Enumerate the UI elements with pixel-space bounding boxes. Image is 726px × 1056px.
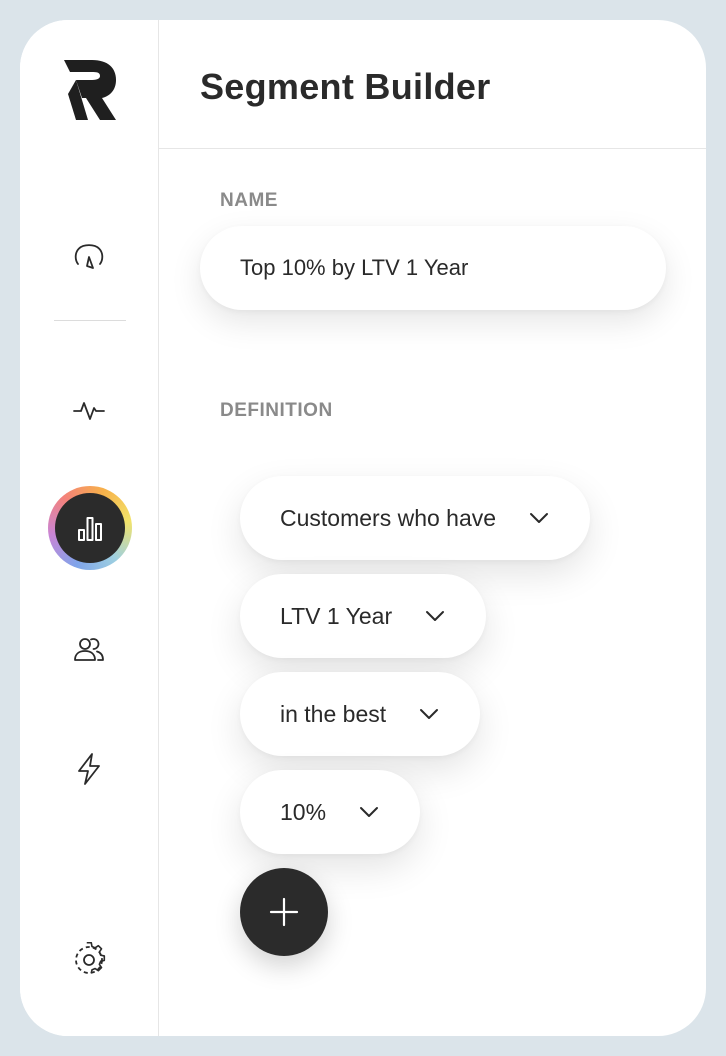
sidebar-item-analytics[interactable]: [48, 486, 132, 570]
page-header: Segment Builder: [159, 20, 706, 149]
add-condition-button[interactable]: [240, 868, 328, 956]
plus-icon: [269, 897, 299, 927]
chevron-down-icon: [418, 703, 440, 725]
pulse-icon: [73, 402, 105, 420]
chevron-down-icon: [358, 801, 380, 823]
gauge-icon: [74, 244, 104, 269]
definition-label: DEFINITION: [220, 400, 333, 421]
dropdown-value: Customers who have: [280, 504, 497, 531]
sidebar-item-automations[interactable]: [69, 749, 109, 789]
sidebar-item-dashboard[interactable]: [69, 236, 109, 276]
definition-dropdown-operator[interactable]: in the best: [240, 672, 481, 756]
dropdown-value: in the best: [280, 700, 387, 727]
logo: [64, 60, 116, 120]
sidebar-item-settings[interactable]: [69, 940, 109, 980]
sidebar-item-activity[interactable]: [69, 390, 109, 430]
sidebar-divider: [54, 320, 126, 321]
definition-dropdown-metric[interactable]: LTV 1 Year: [240, 574, 487, 658]
active-item-bg: [55, 493, 125, 563]
segment-name-input[interactable]: [200, 226, 666, 310]
chevron-down-icon: [528, 507, 550, 529]
lightning-icon: [78, 753, 100, 785]
definition-dropdown-percentile[interactable]: 10%: [240, 770, 421, 854]
chevron-down-icon: [424, 605, 446, 627]
sidebar: [20, 20, 159, 1036]
name-label: NAME: [220, 190, 278, 211]
gear-icon: [75, 942, 106, 974]
bar-chart-icon: [78, 517, 102, 541]
sidebar-item-users[interactable]: [69, 629, 109, 669]
page-title: Segment Builder: [200, 66, 491, 107]
dropdown-value: 10%: [280, 798, 327, 825]
dropdown-value: LTV 1 Year: [280, 602, 393, 629]
definition-dropdown-subject[interactable]: Customers who have: [240, 476, 591, 560]
users-icon: [74, 638, 104, 661]
app-window: Segment Builder NAME DEFINITION Customer…: [20, 20, 706, 1036]
